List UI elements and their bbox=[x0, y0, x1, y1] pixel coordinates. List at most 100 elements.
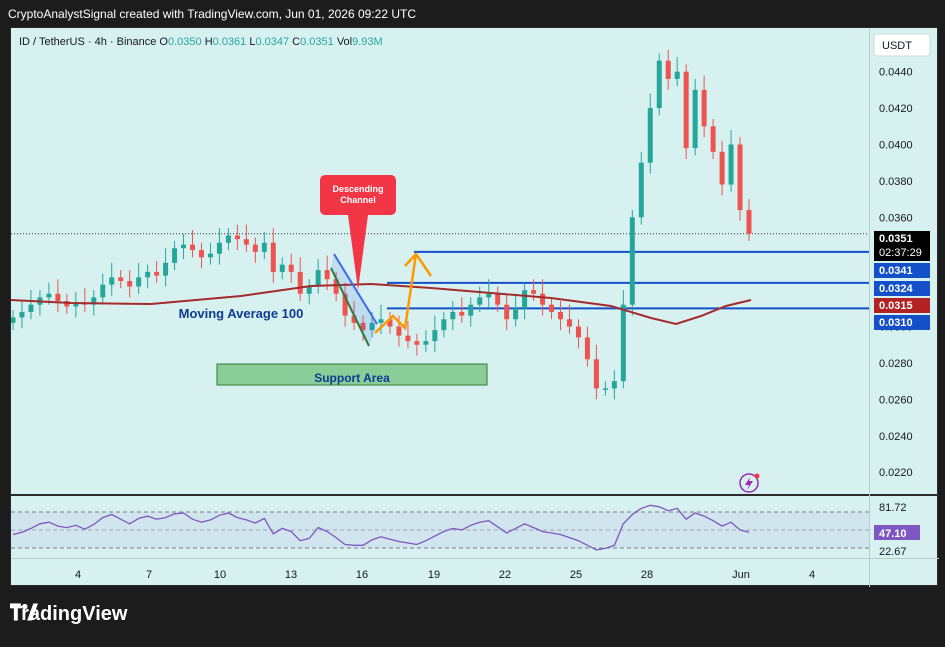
tradingview-logo-icon bbox=[10, 603, 38, 621]
candle[interactable] bbox=[674, 71, 680, 79]
candle[interactable] bbox=[297, 271, 303, 294]
time-scale-border bbox=[11, 558, 939, 559]
candle[interactable] bbox=[324, 270, 330, 280]
x-tick-label: 25 bbox=[570, 569, 582, 581]
chart-panel[interactable]: 0.04400.04200.04000.03800.03600.03400.03… bbox=[10, 27, 939, 587]
candle[interactable] bbox=[55, 293, 61, 302]
candle[interactable] bbox=[477, 297, 483, 305]
candle[interactable] bbox=[558, 311, 564, 320]
candle[interactable] bbox=[495, 293, 501, 305]
price-chart[interactable]: 0.04400.04200.04000.03800.03600.03400.03… bbox=[11, 28, 939, 587]
candle[interactable] bbox=[190, 244, 196, 251]
candle[interactable] bbox=[154, 271, 160, 276]
candle[interactable] bbox=[261, 242, 267, 252]
projection-arrowhead bbox=[404, 251, 433, 277]
rsi-upper-label: 81.72 bbox=[879, 502, 907, 514]
candle[interactable] bbox=[665, 60, 671, 79]
candle[interactable] bbox=[306, 286, 312, 294]
candle[interactable] bbox=[728, 144, 734, 185]
candle[interactable] bbox=[620, 304, 626, 382]
candle[interactable] bbox=[198, 250, 204, 258]
candle[interactable] bbox=[746, 210, 752, 234]
candle[interactable] bbox=[252, 244, 258, 252]
candle[interactable] bbox=[719, 151, 725, 185]
candle[interactable] bbox=[504, 304, 510, 320]
symbol-legend: ID / TetherUS · 4h · Binance O0.0350 H0.… bbox=[19, 36, 383, 48]
callout-pointer bbox=[348, 215, 368, 290]
candle[interactable] bbox=[216, 242, 222, 254]
candle[interactable] bbox=[172, 248, 178, 263]
candle[interactable] bbox=[127, 281, 133, 287]
candle[interactable] bbox=[432, 330, 438, 342]
candle[interactable] bbox=[181, 244, 187, 249]
candle[interactable] bbox=[701, 89, 707, 127]
candle[interactable] bbox=[692, 89, 698, 149]
y-tick-label: 0.0400 bbox=[879, 140, 913, 152]
candle[interactable] bbox=[531, 290, 537, 294]
candle[interactable] bbox=[540, 293, 546, 305]
price-badge-label: 0.0351 bbox=[879, 233, 913, 245]
price-badge-label: 0.0324 bbox=[879, 283, 914, 295]
candle[interactable] bbox=[423, 341, 429, 345]
rsi-value-label: 47.10 bbox=[879, 528, 907, 540]
candle[interactable] bbox=[710, 126, 716, 152]
currency-label: USDT bbox=[882, 40, 912, 52]
candle[interactable] bbox=[396, 326, 402, 336]
candle[interactable] bbox=[602, 388, 608, 390]
candle[interactable] bbox=[243, 239, 249, 245]
candle[interactable] bbox=[207, 253, 213, 258]
candle[interactable] bbox=[629, 217, 635, 305]
candle[interactable] bbox=[737, 144, 743, 211]
y-tick-label: 0.0360 bbox=[879, 212, 913, 224]
x-tick-label: 22 bbox=[499, 569, 511, 581]
candle[interactable] bbox=[163, 262, 169, 276]
candle[interactable] bbox=[28, 304, 34, 312]
rsi-lower-label: 22.67 bbox=[879, 546, 907, 558]
candle[interactable] bbox=[647, 108, 653, 163]
moving-average-label: Moving Average 100 bbox=[179, 306, 304, 321]
candle[interactable] bbox=[638, 162, 644, 218]
candle[interactable] bbox=[450, 311, 456, 320]
candle[interactable] bbox=[279, 264, 285, 272]
candle[interactable] bbox=[566, 319, 572, 327]
candle[interactable] bbox=[486, 293, 492, 298]
candle[interactable] bbox=[513, 308, 519, 320]
candle[interactable] bbox=[234, 235, 240, 240]
candle[interactable] bbox=[468, 304, 474, 316]
candle[interactable] bbox=[593, 359, 599, 389]
candle[interactable] bbox=[270, 242, 276, 272]
candle[interactable] bbox=[378, 319, 384, 323]
candle[interactable] bbox=[584, 337, 590, 360]
y-tick-label: 0.0260 bbox=[879, 394, 913, 406]
candle[interactable] bbox=[19, 311, 25, 318]
candle[interactable] bbox=[225, 235, 231, 243]
candle[interactable] bbox=[315, 270, 321, 287]
candle[interactable] bbox=[459, 311, 465, 316]
candle[interactable] bbox=[11, 317, 16, 323]
candle[interactable] bbox=[414, 341, 420, 345]
candle[interactable] bbox=[118, 277, 124, 282]
candle[interactable] bbox=[611, 381, 617, 389]
candle[interactable] bbox=[288, 264, 294, 272]
chart-attribution: CryptoAnalystSignal created with Trading… bbox=[8, 7, 416, 21]
candle[interactable] bbox=[109, 277, 115, 285]
candle[interactable] bbox=[549, 304, 555, 312]
candle[interactable] bbox=[683, 71, 689, 149]
candle[interactable] bbox=[136, 277, 142, 287]
x-tick-label: 13 bbox=[285, 569, 297, 581]
x-tick-label: 10 bbox=[214, 569, 226, 581]
y-tick-label: 0.0420 bbox=[879, 103, 913, 115]
candle[interactable] bbox=[405, 335, 411, 342]
candle[interactable] bbox=[145, 271, 151, 278]
candle[interactable] bbox=[441, 319, 447, 331]
y-tick-label: 0.0380 bbox=[879, 176, 913, 188]
price-badge-label: 0.0315 bbox=[879, 300, 913, 312]
price-badge-countdown: 02:37:29 bbox=[879, 247, 922, 259]
candle[interactable] bbox=[100, 284, 106, 298]
candle[interactable] bbox=[575, 326, 581, 338]
x-tick-label: 16 bbox=[356, 569, 368, 581]
lightning-bolt-icon bbox=[745, 477, 753, 490]
candle[interactable] bbox=[522, 290, 528, 309]
candle[interactable] bbox=[656, 60, 662, 109]
candle[interactable] bbox=[46, 293, 52, 298]
